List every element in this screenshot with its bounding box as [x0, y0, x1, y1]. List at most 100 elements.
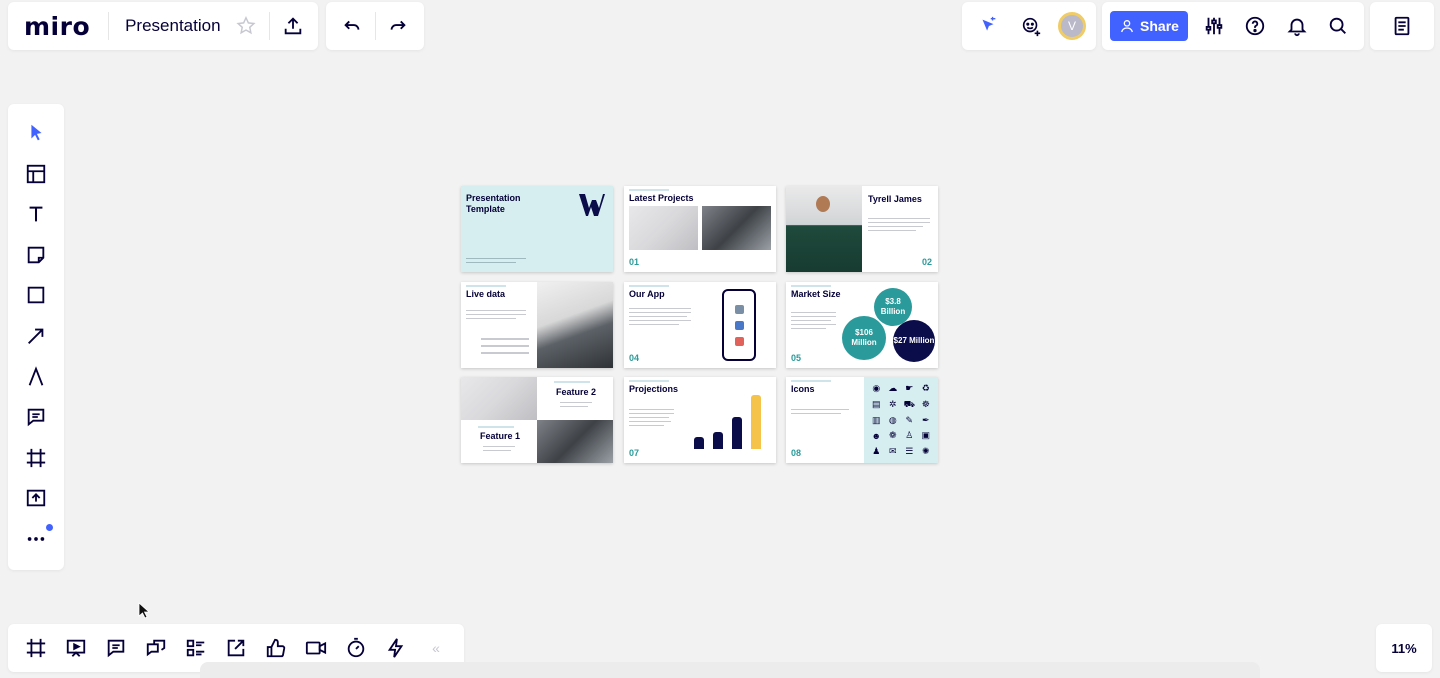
car-icon: ⛟: [903, 398, 915, 409]
templates-icon[interactable]: [16, 159, 56, 189]
voting-thumbs-up-icon[interactable]: [260, 632, 292, 664]
text-line: [483, 450, 511, 451]
cards-icon[interactable]: [180, 632, 212, 664]
frame-market-size[interactable]: Market Size $3.8 Billion $106 Million $2…: [786, 282, 938, 368]
hand-icon: ☛: [905, 383, 914, 394]
frame-our-app[interactable]: Our App 04: [624, 282, 776, 368]
title-line: Presentation: [466, 193, 521, 203]
sticky-note-icon[interactable]: [16, 240, 56, 270]
text-line: [629, 312, 691, 313]
collapse-chevron-icon[interactable]: «: [420, 632, 452, 664]
search-icon[interactable]: [1322, 10, 1354, 42]
board-canvas-frames[interactable]: Presentation Template Latest Projects 01…: [461, 186, 939, 464]
frame-icons[interactable]: Icons ◉ ☁ ☛ ♻ ▤ ✲ ⛟ ☸ ▥ ◍ ✎ ✒ ☻ ❁ ♙ ▣ ♟ …: [786, 377, 938, 463]
zoom-level[interactable]: 11%: [1376, 624, 1432, 672]
frame-title: Tyrell James: [868, 194, 922, 204]
dropper-icon: ✎: [905, 414, 914, 425]
settings-sliders-icon[interactable]: [1198, 10, 1230, 42]
text-line: [791, 316, 836, 317]
text-line: [629, 413, 674, 414]
projection-bar: [751, 395, 761, 449]
comments-icon[interactable]: [100, 632, 132, 664]
timer-icon[interactable]: [340, 632, 372, 664]
group-icon: ☸: [921, 399, 930, 410]
frame-projections[interactable]: Projections 07: [624, 377, 776, 463]
w-logo-icon: [579, 194, 605, 216]
undo-icon[interactable]: [336, 10, 368, 42]
text-line: [560, 406, 588, 407]
presentation-icon[interactable]: [60, 632, 92, 664]
text-line: [791, 312, 836, 313]
text-line: [629, 308, 691, 309]
text-line: [868, 230, 916, 231]
text-line: [466, 314, 526, 315]
reactions-cursor-icon[interactable]: [972, 10, 1004, 42]
comment-icon[interactable]: [16, 402, 56, 432]
user-icon: ♟: [872, 445, 881, 456]
title-bar: [629, 189, 669, 191]
board-title[interactable]: Presentation: [125, 16, 220, 36]
help-icon[interactable]: [1239, 10, 1271, 42]
divider: [374, 12, 376, 40]
export-upload-icon[interactable]: [278, 10, 308, 42]
progress-line: [481, 345, 529, 347]
share-label: Share: [1140, 18, 1179, 34]
more-tools-icon[interactable]: [16, 523, 56, 554]
shape-square-icon[interactable]: [16, 280, 56, 310]
frame-number: 05: [791, 353, 802, 363]
portrait-head: [816, 196, 830, 212]
frame-features[interactable]: Feature 2 Feature 1: [461, 377, 613, 463]
horizontal-scrollbar[interactable]: [200, 662, 1260, 678]
redo-icon[interactable]: [382, 10, 414, 42]
board-header: miro Presentation: [8, 2, 318, 50]
market-bubble: $106 Million: [842, 316, 886, 360]
frames-icon[interactable]: [20, 632, 52, 664]
bell-icon[interactable]: [1281, 10, 1313, 42]
user-icon: [1121, 20, 1134, 33]
recycle-icon: ♻: [921, 383, 930, 394]
frame-latest-projects[interactable]: Latest Projects 01: [624, 186, 776, 272]
chat-icon[interactable]: [140, 632, 172, 664]
upload-icon[interactable]: [16, 483, 56, 513]
cloud-icon: ☁: [888, 383, 898, 394]
text-line: [466, 310, 526, 311]
star-icon[interactable]: [231, 10, 261, 42]
frame-presentation-template[interactable]: Presentation Template: [461, 186, 613, 272]
frame-title: Projections: [629, 384, 679, 394]
pen-icon[interactable]: [16, 362, 56, 392]
frame-title: Icons: [791, 384, 815, 394]
pen-tool-icon: ✒: [921, 414, 930, 425]
app-icon: [735, 321, 744, 330]
frame-number: 07: [629, 448, 640, 458]
select-cursor-icon[interactable]: [16, 118, 56, 148]
phone-mockup: [722, 289, 756, 361]
arrow-line-icon[interactable]: [16, 321, 56, 351]
user-avatar[interactable]: V: [1058, 12, 1086, 40]
frame-title: Live data: [466, 289, 506, 299]
invite-emoji-icon[interactable]: [1015, 10, 1047, 42]
text-icon[interactable]: [16, 199, 56, 229]
text-line: [629, 320, 691, 321]
lock-icon: ▣: [921, 430, 930, 441]
text-line: [629, 324, 679, 325]
phone-app-image: [702, 206, 771, 250]
frame-title: Presentation Template: [466, 193, 521, 215]
lightning-icon[interactable]: [380, 632, 412, 664]
desk-notebook-image: [461, 377, 537, 420]
share-screen-icon[interactable]: [220, 632, 252, 664]
title-bar: [554, 381, 590, 383]
text-line: [791, 328, 826, 329]
frame-live-data[interactable]: Live data: [461, 282, 613, 368]
miro-logo[interactable]: miro: [24, 12, 90, 41]
video-call-icon[interactable]: [300, 632, 332, 664]
notification-dot: [46, 523, 53, 531]
notes-document-icon[interactable]: [1386, 10, 1418, 42]
divider: [108, 12, 110, 40]
frame-icon[interactable]: [16, 443, 56, 473]
app-icon: [735, 337, 744, 346]
projection-bar: [732, 417, 742, 449]
frame-tyrell-james[interactable]: Tyrell James 02: [786, 186, 938, 272]
phone-app-image: [537, 420, 613, 463]
feature-title: Feature 2: [556, 387, 597, 397]
share-button[interactable]: Share: [1110, 11, 1188, 41]
